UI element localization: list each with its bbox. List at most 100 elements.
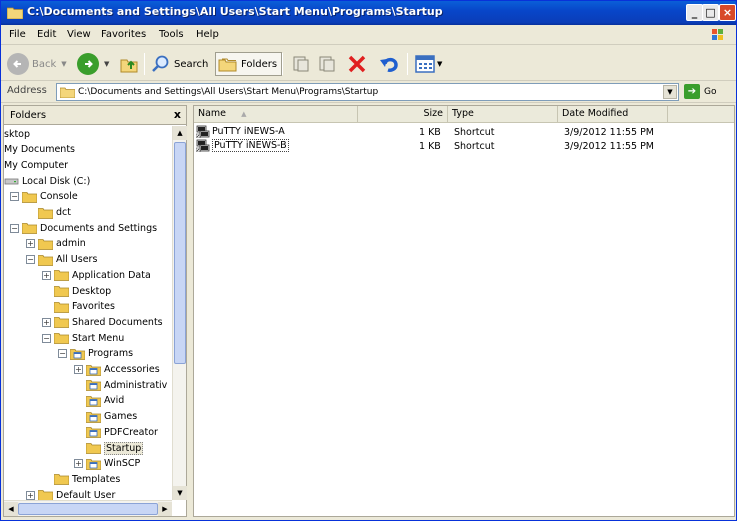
expand-icon[interactable]: + — [74, 365, 83, 374]
folder-icon — [38, 207, 53, 219]
folder-icon — [86, 443, 101, 454]
title-bar[interactable]: C:\Documents and Settings\All Users\Star… — [1, 1, 736, 25]
folder-icon — [54, 317, 69, 329]
horizontal-scrollbar[interactable]: ◀ ▶ — [4, 500, 172, 516]
scroll-down-icon[interactable]: ▼ — [173, 486, 187, 500]
tree-item[interactable]: Avid — [74, 393, 124, 409]
folder-icon — [54, 270, 69, 282]
close-button[interactable]: × — [719, 4, 736, 21]
search-button[interactable]: Search — [151, 52, 208, 76]
expand-icon[interactable]: + — [26, 490, 35, 500]
column-name-header[interactable]: Name ▲ — [194, 106, 358, 123]
copy-to-button[interactable] — [317, 52, 337, 76]
address-dropdown-icon[interactable]: ▼ — [663, 85, 677, 99]
views-dropdown-icon[interactable]: ▼ — [437, 60, 442, 68]
forward-dropdown-icon[interactable]: ▼ — [104, 60, 109, 68]
tree-item[interactable]: My Documents — [4, 142, 75, 158]
file-type: Shortcut — [454, 127, 495, 138]
tree-item[interactable]: + Accessories — [74, 362, 160, 378]
menu-file[interactable]: File — [9, 29, 26, 40]
tree-item[interactable]: Templates — [42, 471, 120, 487]
menu-help[interactable]: Help — [196, 29, 219, 40]
search-label: Search — [174, 58, 209, 70]
tree-item[interactable]: Local Disk (C:) — [4, 173, 90, 189]
tree-item[interactable]: Administrativ — [74, 377, 167, 393]
column-size-header[interactable]: Size — [358, 106, 448, 123]
tree-item[interactable]: sktop — [4, 126, 30, 142]
expand-icon[interactable]: + — [26, 239, 35, 249]
close-pane-button[interactable]: x — [174, 108, 181, 121]
vertical-scrollbar[interactable]: ▲ ▼ — [172, 126, 187, 500]
expand-icon[interactable]: + — [42, 317, 51, 327]
collapse-icon[interactable]: − — [42, 333, 51, 343]
scroll-up-icon[interactable]: ▲ — [173, 126, 187, 140]
tree-item-label: Administrativ — [104, 379, 168, 391]
tree-item-label: Startup — [104, 441, 144, 455]
scroll-thumb[interactable] — [174, 142, 186, 364]
menu-view[interactable]: View — [67, 29, 91, 40]
tree-item[interactable]: − Start Menu — [42, 330, 124, 346]
tree-item[interactable]: − Programs — [58, 346, 133, 362]
minimize-button[interactable]: _ — [686, 4, 703, 21]
go-button[interactable]: ➔ Go — [684, 84, 716, 99]
drive-icon — [4, 178, 19, 185]
tree-item[interactable]: − Console — [10, 189, 78, 205]
scroll-left-icon[interactable]: ◀ — [4, 502, 18, 516]
column-date-header[interactable]: Date Modified — [558, 106, 668, 123]
back-arrow-icon — [7, 53, 29, 75]
tree-item[interactable]: + Default User — [26, 487, 115, 500]
tree-item-label: dct — [56, 207, 71, 218]
tree-item[interactable]: dct — [26, 205, 71, 221]
collapse-icon[interactable]: − — [10, 192, 19, 202]
tree-item[interactable]: Desktop — [42, 283, 111, 299]
tree-item[interactable]: − All Users — [26, 252, 97, 268]
tree-item-label: Programs — [88, 348, 134, 360]
folder-icon — [54, 301, 69, 313]
back-button[interactable]: Back ▼ — [7, 52, 67, 76]
forward-arrow-icon — [77, 53, 99, 75]
tree-item[interactable]: + Application Data — [42, 267, 151, 283]
maximize-button[interactable]: □ — [702, 4, 719, 21]
tree-item[interactable]: PDFCreator — [74, 424, 158, 440]
collapse-icon[interactable]: − — [58, 349, 67, 359]
tree-item-label: Documents and Settings — [40, 222, 158, 234]
collapse-icon[interactable]: − — [10, 223, 19, 233]
tree-item[interactable]: My Computer — [4, 157, 68, 173]
tree-item[interactable]: Startup — [74, 440, 144, 456]
program-folder-icon — [86, 380, 101, 392]
file-row[interactable]: PuTTY iNEWS-B 1 KB Shortcut 3/9/2012 11:55 … — [194, 139, 734, 154]
program-folder-icon — [86, 427, 101, 439]
tree-item[interactable]: Games — [74, 409, 137, 425]
tree-item[interactable]: + Shared Documents — [42, 314, 163, 330]
tree-item[interactable]: Favorites — [42, 299, 115, 315]
expand-icon[interactable]: + — [74, 459, 83, 469]
folders-button[interactable]: Folders — [215, 52, 283, 76]
file-type: Shortcut — [454, 141, 495, 152]
up-folder-button[interactable] — [119, 52, 139, 76]
tree-item-label: sktop — [4, 128, 31, 140]
tree-item[interactable]: + admin — [26, 236, 86, 252]
tree-item-label: Application Data — [72, 269, 151, 281]
folder-icon — [54, 474, 69, 486]
scroll-thumb[interactable] — [18, 503, 158, 515]
move-to-button[interactable] — [291, 52, 311, 76]
folder-tree: sktop My Documents My Computer Local Disk (… — [4, 126, 172, 500]
scroll-right-icon[interactable]: ▶ — [158, 502, 172, 516]
go-arrow-icon: ➔ — [684, 84, 700, 99]
tree-item[interactable]: + WinSCP — [74, 456, 140, 472]
expand-icon[interactable]: + — [42, 270, 51, 280]
tree-item[interactable]: − Documents and Settings — [10, 220, 157, 236]
views-button[interactable]: ▼ — [415, 52, 442, 76]
file-date: 3/9/2012 11:55 PM — [564, 141, 655, 152]
column-type-header[interactable]: Type — [448, 106, 558, 123]
address-input[interactable]: C:\Documents and Settings\All Users\Star… — [56, 83, 679, 101]
collapse-icon[interactable]: − — [26, 255, 35, 265]
menu-favorites[interactable]: Favorites — [101, 29, 146, 40]
menu-tools[interactable]: Tools — [159, 29, 184, 40]
forward-button[interactable]: ▼ — [77, 52, 109, 76]
back-dropdown-icon[interactable]: ▼ — [61, 60, 66, 68]
menu-edit[interactable]: Edit — [37, 29, 56, 40]
delete-button[interactable] — [347, 52, 367, 76]
undo-button[interactable] — [379, 52, 401, 76]
file-row[interactable]: PuTTY iNEWS-A 1 KB Shortcut 3/9/2012 11:55 … — [194, 125, 734, 140]
